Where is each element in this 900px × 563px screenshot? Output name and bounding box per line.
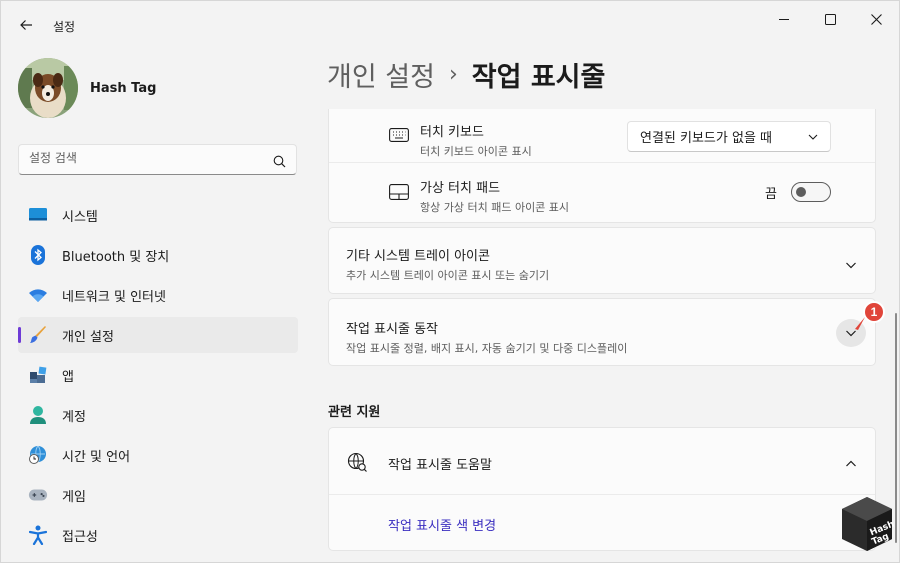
search-input[interactable] — [29, 151, 269, 165]
sidebar-item-label: 네트워크 및 인터넷 — [62, 289, 166, 305]
toggle-knob — [796, 187, 806, 197]
page-title: 작업 표시줄 — [471, 62, 606, 93]
taskbar-help-row[interactable]: 작업 표시줄 도움말 — [329, 428, 875, 495]
breadcrumb-parent[interactable]: 개인 설정 — [327, 55, 435, 94]
badge-pointer-arrow — [855, 317, 865, 330]
scrollbar[interactable] — [895, 313, 897, 543]
user-name: Hash Tag — [90, 80, 157, 96]
virtual-touchpad-subtitle: 항상 가상 터치 패드 아이콘 표시 — [420, 201, 570, 214]
chevron-down-icon — [808, 131, 818, 146]
sidebar-item-gaming[interactable]: 게임 — [18, 477, 298, 513]
related-support-card: 작업 표시줄 도움말 작업 표시줄 색 변경 — [328, 427, 876, 551]
system-icon — [28, 205, 48, 225]
behaviors-subtitle: 작업 표시줄 정렬, 배지 표시, 자동 숨기기 및 다중 디스플레이 — [346, 342, 628, 355]
sidebar-nav: 시스템 Bluetooth 및 장치 네트워크 및 인터넷 개인 설정 앱 계정 — [18, 197, 298, 557]
search-icon[interactable] — [273, 153, 286, 172]
minimize-icon — [778, 18, 789, 20]
title-bar: 설정 — [1, 1, 900, 49]
gamepad-icon — [28, 485, 48, 505]
back-button[interactable] — [11, 11, 41, 39]
virtual-touchpad-toggle[interactable] — [791, 182, 831, 202]
keyboard-icon — [389, 127, 409, 146]
chevron-up-icon[interactable] — [845, 455, 857, 474]
taskbar-help-title: 작업 표시줄 도움말 — [388, 458, 492, 473]
account-icon — [28, 405, 48, 425]
step-badge-number: 1 — [870, 305, 878, 319]
sidebar-item-label: 시간 및 언어 — [62, 449, 131, 465]
touch-keyboard-title: 터치 키보드 — [420, 125, 484, 140]
maximize-button[interactable] — [807, 5, 853, 33]
app-title: 설정 — [53, 20, 76, 34]
sidebar-item-network[interactable]: 네트워크 및 인터넷 — [18, 277, 298, 313]
minimize-button[interactable] — [761, 5, 807, 33]
sidebar-item-bluetooth[interactable]: Bluetooth 및 장치 — [18, 237, 298, 273]
avatar — [18, 58, 78, 118]
change-taskbar-color-link[interactable]: 작업 표시줄 색 변경 — [388, 515, 496, 534]
breadcrumb: 개인 설정 › 작업 표시줄 — [327, 55, 605, 94]
toggle-state-label: 끔 — [765, 187, 777, 202]
sidebar-item-personalization[interactable]: 개인 설정 — [18, 317, 298, 353]
user-profile[interactable]: Hash Tag — [18, 58, 156, 118]
sidebar-item-time-language[interactable]: 시간 및 언어 — [18, 437, 298, 473]
sidebar-item-label: 시스템 — [62, 209, 98, 225]
other-tray-subtitle: 추가 시스템 트레이 아이콘 표시 또는 숨기기 — [346, 269, 550, 282]
virtual-touchpad-title: 가상 터치 패드 — [420, 181, 501, 196]
chevron-down-icon[interactable] — [845, 256, 857, 275]
maximize-icon — [824, 13, 836, 25]
behaviors-title: 작업 표시줄 동작 — [346, 322, 438, 337]
sidebar-item-label: 계정 — [62, 409, 86, 425]
sidebar-item-system[interactable]: 시스템 — [18, 197, 298, 233]
sidebar-item-accounts[interactable]: 계정 — [18, 397, 298, 433]
sidebar-item-label: 게임 — [62, 489, 86, 505]
bluetooth-icon — [28, 245, 48, 265]
sidebar-item-label: 앱 — [62, 369, 74, 385]
virtual-touchpad-row: 가상 터치 패드 항상 가상 터치 패드 아이콘 표시 끔 — [329, 163, 875, 221]
globe-icon — [347, 452, 367, 476]
related-support-heading: 관련 지원 — [328, 405, 381, 420]
apps-icon — [28, 365, 48, 385]
brush-icon — [28, 325, 48, 345]
touch-keyboard-dropdown[interactable]: 연결된 키보드가 없을 때 — [627, 121, 831, 152]
tray-icons-card: 터치 키보드 터치 키보드 아이콘 표시 연결된 키보드가 없을 때 가상 터치… — [328, 109, 876, 223]
touchpad-icon — [389, 184, 409, 204]
accessibility-icon — [28, 525, 48, 545]
sidebar-item-label: Bluetooth 및 장치 — [62, 249, 170, 265]
avatar-dog-picture — [18, 58, 78, 118]
breadcrumb-separator: › — [448, 62, 458, 87]
sidebar-item-label: 접근성 — [62, 529, 98, 545]
other-tray-title: 기타 시스템 트레이 아이콘 — [346, 249, 490, 264]
back-arrow-icon — [20, 20, 32, 30]
sidebar-item-label: 개인 설정 — [62, 329, 114, 345]
globe-clock-icon — [28, 445, 48, 465]
sidebar-item-accessibility[interactable]: 접근성 — [18, 517, 298, 553]
close-icon — [870, 13, 882, 25]
touch-keyboard-subtitle: 터치 키보드 아이콘 표시 — [420, 145, 532, 158]
touch-keyboard-row: 터치 키보드 터치 키보드 아이콘 표시 연결된 키보드가 없을 때 — [329, 109, 875, 163]
other-tray-icons-card[interactable]: 기타 시스템 트레이 아이콘 추가 시스템 트레이 아이콘 표시 또는 숨기기 — [328, 227, 876, 294]
sidebar-item-apps[interactable]: 앱 — [18, 357, 298, 393]
taskbar-behaviors-card[interactable]: 작업 표시줄 동작 작업 표시줄 정렬, 배지 표시, 자동 숨기기 및 다중 … — [328, 298, 885, 366]
hashtag-watermark-logo: Hash Tag — [842, 497, 895, 551]
close-button[interactable] — [853, 5, 899, 33]
settings-search[interactable] — [18, 144, 297, 175]
help-links: 작업 표시줄 색 변경 — [329, 496, 875, 550]
wifi-icon — [28, 285, 48, 305]
dropdown-value: 연결된 키보드가 없을 때 — [640, 131, 772, 146]
